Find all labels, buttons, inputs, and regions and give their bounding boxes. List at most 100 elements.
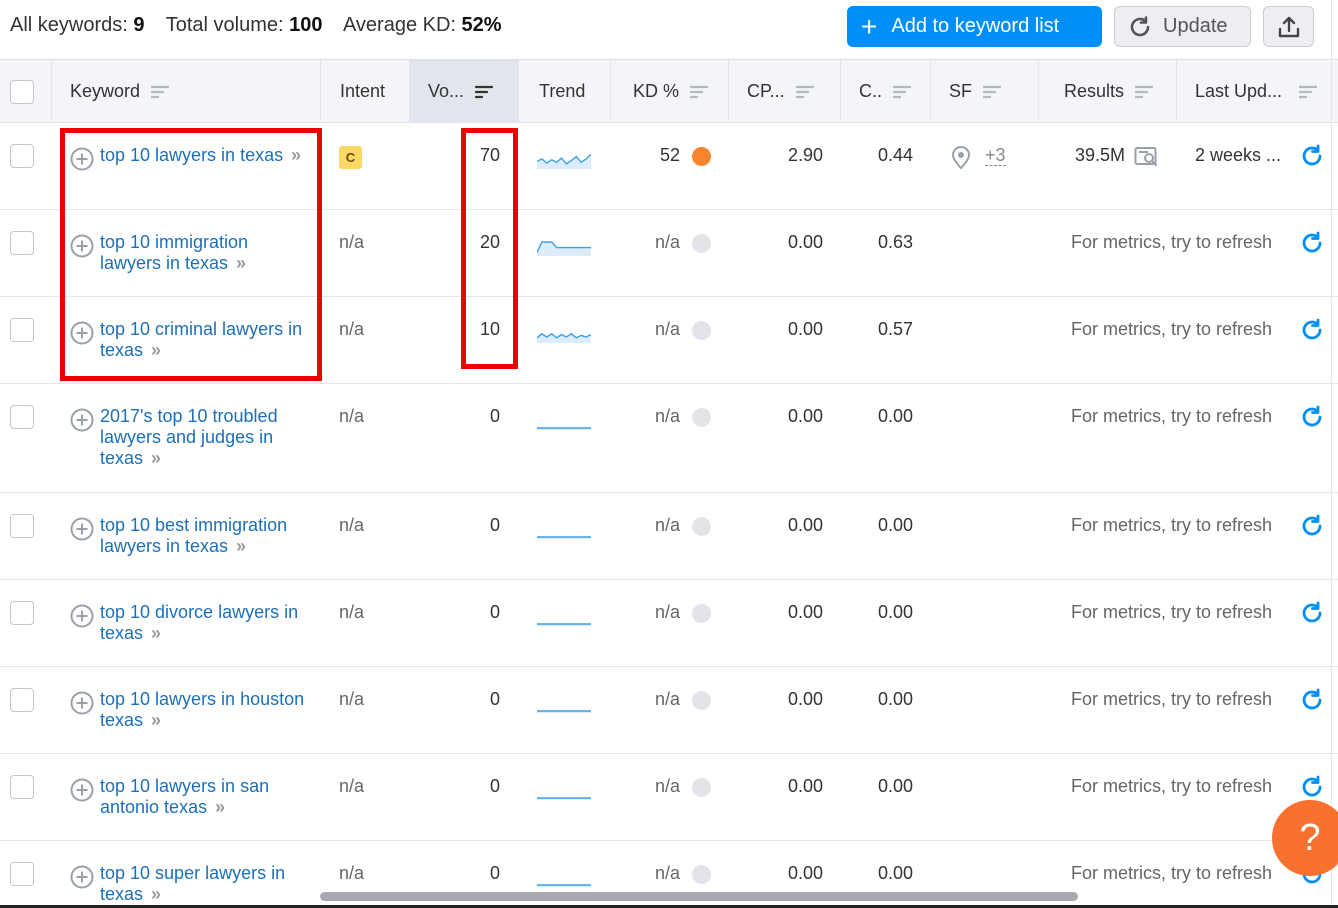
kd-indicator-dot xyxy=(692,604,711,623)
cpc-value: 0.00 xyxy=(787,515,823,535)
add-keyword-icon[interactable] xyxy=(70,778,94,802)
column-keyword[interactable]: Keyword xyxy=(52,60,321,123)
select-all-cell xyxy=(0,60,52,123)
location-pin-icon[interactable] xyxy=(949,144,973,170)
intent-badge[interactable]: C xyxy=(339,146,362,169)
column-trend-label: Trend xyxy=(539,81,586,101)
row-checkbox[interactable] xyxy=(10,862,34,886)
trend-sparkline[interactable] xyxy=(537,691,591,713)
keyword-link[interactable]: 2017's top 10 troubled lawyers and judge… xyxy=(100,406,310,469)
update-button[interactable]: Update xyxy=(1114,6,1251,47)
keyword-link[interactable]: top 10 lawyers in houston texas ›› xyxy=(100,689,310,731)
add-keyword-icon[interactable] xyxy=(70,408,94,432)
volume-value: 0 xyxy=(489,863,500,883)
trend-sparkline[interactable] xyxy=(537,517,591,539)
add-keyword-icon[interactable] xyxy=(70,691,94,715)
horizontal-scrollbar[interactable] xyxy=(320,892,1078,901)
kd-value: n/a xyxy=(654,515,680,535)
column-sf-label: SF xyxy=(949,81,973,101)
refresh-message: For metrics, try to refresh xyxy=(1071,863,1273,883)
row-checkbox[interactable] xyxy=(10,144,34,168)
select-all-checkbox[interactable] xyxy=(10,79,34,104)
keyword-details-chevron-icon[interactable]: ›› xyxy=(151,448,161,468)
row-checkbox[interactable] xyxy=(10,601,34,625)
column-competition[interactable]: C.. xyxy=(841,60,931,123)
kd-indicator-dot xyxy=(692,865,711,884)
avg-kd-label: Average KD: xyxy=(342,14,456,36)
row-checkbox[interactable] xyxy=(10,688,34,712)
trend-sparkline[interactable] xyxy=(537,147,591,169)
total-volume-label: Total volume: xyxy=(165,14,284,36)
row-checkbox[interactable] xyxy=(10,514,34,538)
column-sf[interactable]: SF xyxy=(931,60,1039,123)
row-checkbox[interactable] xyxy=(10,231,34,255)
refresh-row-icon[interactable] xyxy=(1299,687,1325,713)
sort-icon xyxy=(892,85,912,98)
add-to-keyword-list-label: Add to keyword list xyxy=(891,15,1060,37)
sf-more-link[interactable]: +3 xyxy=(985,145,1006,166)
keyword-link[interactable]: top 10 best immigration lawyers in texas… xyxy=(100,515,310,557)
trend-sparkline[interactable] xyxy=(537,234,591,256)
keyword-details-chevron-icon[interactable]: ›› xyxy=(151,623,161,643)
column-trend[interactable]: Trend xyxy=(519,60,611,123)
add-to-keyword-list-button[interactable]: + Add to keyword list xyxy=(847,6,1102,47)
refresh-row-icon[interactable] xyxy=(1299,404,1325,430)
kd-value: n/a xyxy=(654,319,680,339)
keyword-text: top 10 lawyers in houston texas xyxy=(100,689,305,730)
row-checkbox[interactable] xyxy=(10,775,34,799)
refresh-message: For metrics, try to refresh xyxy=(1071,602,1273,622)
keyword-link[interactable]: top 10 lawyers in san antonio texas ›› xyxy=(100,776,310,818)
keyword-text: top 10 lawyers in san antonio texas xyxy=(100,776,270,817)
refresh-row-icon[interactable] xyxy=(1299,774,1325,800)
keyword-details-chevron-icon[interactable]: ›› xyxy=(215,797,225,817)
column-results[interactable]: Results xyxy=(1039,60,1177,123)
trend-sparkline[interactable] xyxy=(537,408,591,430)
add-keyword-icon[interactable] xyxy=(70,604,94,628)
trend-sparkline[interactable] xyxy=(537,778,591,800)
column-last-update[interactable]: Last Upd... xyxy=(1177,60,1332,123)
volume-highlight-box xyxy=(461,128,518,369)
sort-icon xyxy=(982,85,1002,98)
export-button[interactable] xyxy=(1263,6,1314,47)
refresh-message: For metrics, try to refresh xyxy=(1071,406,1273,426)
keyword-link[interactable]: top 10 super lawyers in texas ›› xyxy=(100,863,310,905)
add-keyword-icon[interactable] xyxy=(70,865,94,889)
add-keyword-icon[interactable] xyxy=(70,517,94,541)
column-intent-label: Intent xyxy=(340,81,386,101)
column-intent[interactable]: Intent xyxy=(321,60,410,123)
sort-icon xyxy=(1298,85,1318,98)
results-value: 39.5M xyxy=(1075,145,1126,165)
row-checkbox[interactable] xyxy=(10,318,34,342)
trend-sparkline[interactable] xyxy=(537,604,591,626)
kd-value: n/a xyxy=(654,863,680,883)
intent-value: n/a xyxy=(339,232,365,252)
refresh-row-icon[interactable] xyxy=(1299,143,1325,169)
row-checkbox[interactable] xyxy=(10,405,34,429)
help-button[interactable]: ? xyxy=(1272,800,1338,876)
competition-value: 0.00 xyxy=(877,689,913,709)
keyword-details-chevron-icon[interactable]: ›› xyxy=(236,536,246,556)
intent-value: n/a xyxy=(339,602,365,622)
intent-value: n/a xyxy=(339,689,365,709)
sort-icon xyxy=(795,85,814,98)
column-cpc[interactable]: CP... xyxy=(729,60,841,123)
trend-sparkline[interactable] xyxy=(537,865,591,887)
competition-value: 0.00 xyxy=(877,863,913,883)
intent-value: n/a xyxy=(339,319,365,339)
cpc-value: 2.90 xyxy=(787,145,823,165)
table-row: top 10 best immigration lawyers in texas… xyxy=(0,493,1338,580)
keyword-details-chevron-icon[interactable]: ›› xyxy=(151,884,161,904)
serp-snapshot-icon[interactable] xyxy=(1134,146,1160,168)
refresh-icon xyxy=(1130,15,1150,36)
avg-kd-value: 52% xyxy=(461,14,502,36)
keyword-link[interactable]: top 10 divorce lawyers in texas ›› xyxy=(100,602,310,644)
refresh-row-icon[interactable] xyxy=(1299,600,1325,626)
column-volume[interactable]: Vo... xyxy=(410,60,519,123)
kd-indicator-dot xyxy=(692,517,711,536)
refresh-row-icon[interactable] xyxy=(1299,317,1325,343)
column-kd[interactable]: KD % xyxy=(611,60,729,123)
trend-sparkline[interactable] xyxy=(537,321,591,343)
keyword-details-chevron-icon[interactable]: ›› xyxy=(151,710,161,730)
refresh-row-icon[interactable] xyxy=(1299,230,1325,256)
refresh-row-icon[interactable] xyxy=(1299,513,1325,539)
